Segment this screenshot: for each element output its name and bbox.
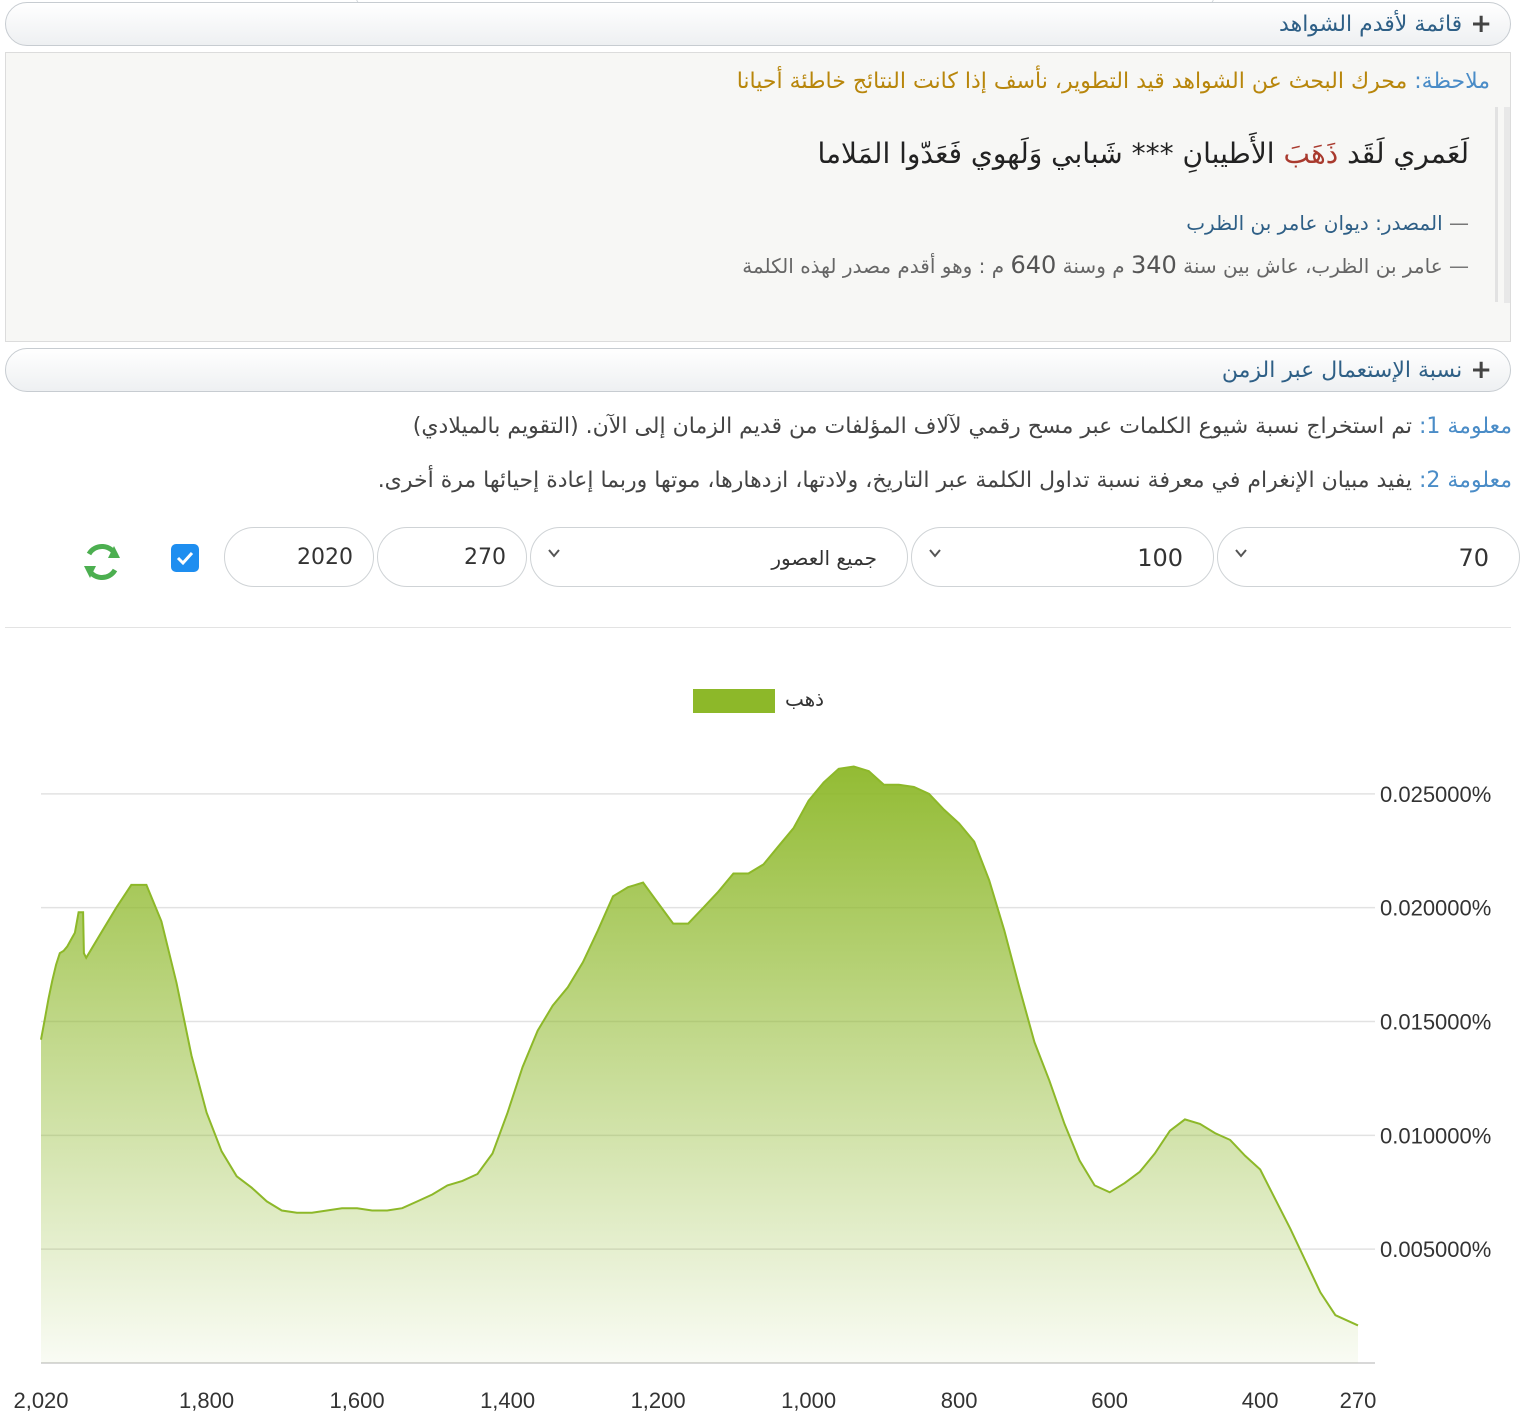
count-select[interactable]: 100 (911, 527, 1214, 587)
info-2: معلومة 2: يفيد مبيان الإنغرام في معرفة ن… (378, 468, 1512, 493)
x-tick-label: 800 (941, 1388, 978, 1413)
x-tick-label: 270 (1340, 1388, 1377, 1413)
checkbox[interactable] (171, 544, 199, 572)
quote-block: لَعَمري لَقَد ذَهَبَ الأَطيبانِ *** شَبا… (498, 107, 1498, 302)
divider (5, 627, 1511, 628)
legend-swatch (693, 689, 775, 713)
info-2-label: معلومة 2: (1418, 468, 1512, 493)
x-tick-label: 600 (1091, 1388, 1128, 1413)
count-value: 100 (1137, 544, 1183, 572)
source-label[interactable]: المصدر: ديوان عامر بن الظرب (1186, 211, 1442, 235)
witnesses-panel: ملاحظة: محرك البحث عن الشواهد قيد التطوي… (5, 52, 1511, 342)
bio-year1: 340 (1130, 251, 1177, 279)
x-tick-label: 1,800 (179, 1388, 234, 1413)
bio-part2: م وسنة (1062, 254, 1125, 278)
x-tick-label: 1,000 (781, 1388, 836, 1413)
plus-icon: + (1470, 355, 1492, 385)
bio-part3: م : وهو أقدم مصدر لهذه الكلمة (742, 254, 1005, 278)
y-tick-label: 0.025000% (1380, 782, 1491, 807)
x-tick-label: 400 (1242, 1388, 1279, 1413)
chevron-down-icon (548, 549, 560, 558)
bio-part1: عامر بن الظرب، عاش بين سنة (1183, 254, 1443, 278)
y-tick-label: 0.015000% (1380, 1010, 1491, 1035)
x-tick-label: 2,020 (13, 1388, 68, 1413)
x-tick-label: 1,400 (480, 1388, 535, 1413)
y-tick-label: 0.005000% (1380, 1237, 1491, 1262)
usage-header-label: نسبة الإستعمال عبر الزمن (1221, 357, 1463, 383)
info-2-text: يفيد مبيان الإنغرام في معرفة نسبة تداول … (377, 468, 1419, 493)
x-tick-label: 1,200 (631, 1388, 686, 1413)
chevron-down-icon (929, 549, 941, 558)
chevron-down-icon (1235, 549, 1247, 558)
usage-chart: 2,020 1,800 1,600 1,400 1,200 1,000 800 600 400 2… (13, 687, 1491, 1413)
usage-header[interactable]: + نسبة الإستعمال عبر الزمن (5, 348, 1511, 392)
refresh-icon[interactable] (80, 540, 124, 584)
witnesses-header-label: قائمة لأقدم الشواهد (1279, 11, 1463, 37)
verse-highlight-word[interactable]: ذَهَبَ (1283, 137, 1338, 170)
year-from-value: 270 (464, 545, 506, 570)
series-area (41, 766, 1358, 1363)
y-tick-label: 0.010000% (1380, 1123, 1491, 1148)
witnesses-header[interactable]: + قائمة لأقدم الشواهد (5, 2, 1511, 46)
plus-icon: + (1470, 9, 1492, 39)
bio-line: — عامر بن الظرب، عاش بين سنة 340 م وسنة … (742, 251, 1469, 279)
info-1: معلومة 1: تم استخراج نسبة شيوع الكلمات ع… (413, 414, 1512, 439)
y-tick-label: 0.020000% (1380, 896, 1491, 921)
note-label: ملاحظة: (1414, 69, 1490, 94)
info-1-label: معلومة 1: (1418, 414, 1512, 439)
year-to-input[interactable]: 2020 (224, 527, 374, 587)
x-tick-label: 1,600 (330, 1388, 385, 1413)
info-1-text: تم استخراج نسبة شيوع الكلمات عبر مسح رقم… (412, 414, 1419, 439)
era-select[interactable]: جميع العصور (530, 527, 908, 587)
era-value: جميع العصور (771, 546, 877, 570)
verse-after: الأَطيبانِ *** شَبابي وَلَهوي فَعَدّوا ا… (817, 137, 1284, 170)
legend-label: ذهب (785, 687, 824, 711)
note-text: محرك البحث عن الشواهد قيد التطوير، نأسف … (736, 69, 1415, 94)
verse-before: لَعَمري لَقَد (1338, 137, 1469, 170)
year-from-input[interactable]: 270 (377, 527, 527, 587)
year-to-value: 2020 (297, 545, 353, 570)
checkmark-icon (176, 551, 194, 566)
quote-scrollbar[interactable] (1504, 107, 1510, 303)
smoothing-value: 70 (1458, 544, 1489, 572)
dev-note: ملاحظة: محرك البحث عن الشواهد قيد التطوي… (737, 69, 1490, 94)
smoothing-select[interactable]: 70 (1217, 527, 1520, 587)
verse: لَعَمري لَقَد ذَهَبَ الأَطيبانِ *** شَبا… (818, 137, 1470, 170)
source-line: — المصدر: ديوان عامر بن الظرب (1186, 211, 1469, 235)
bio-year2: 640 (1010, 251, 1057, 279)
